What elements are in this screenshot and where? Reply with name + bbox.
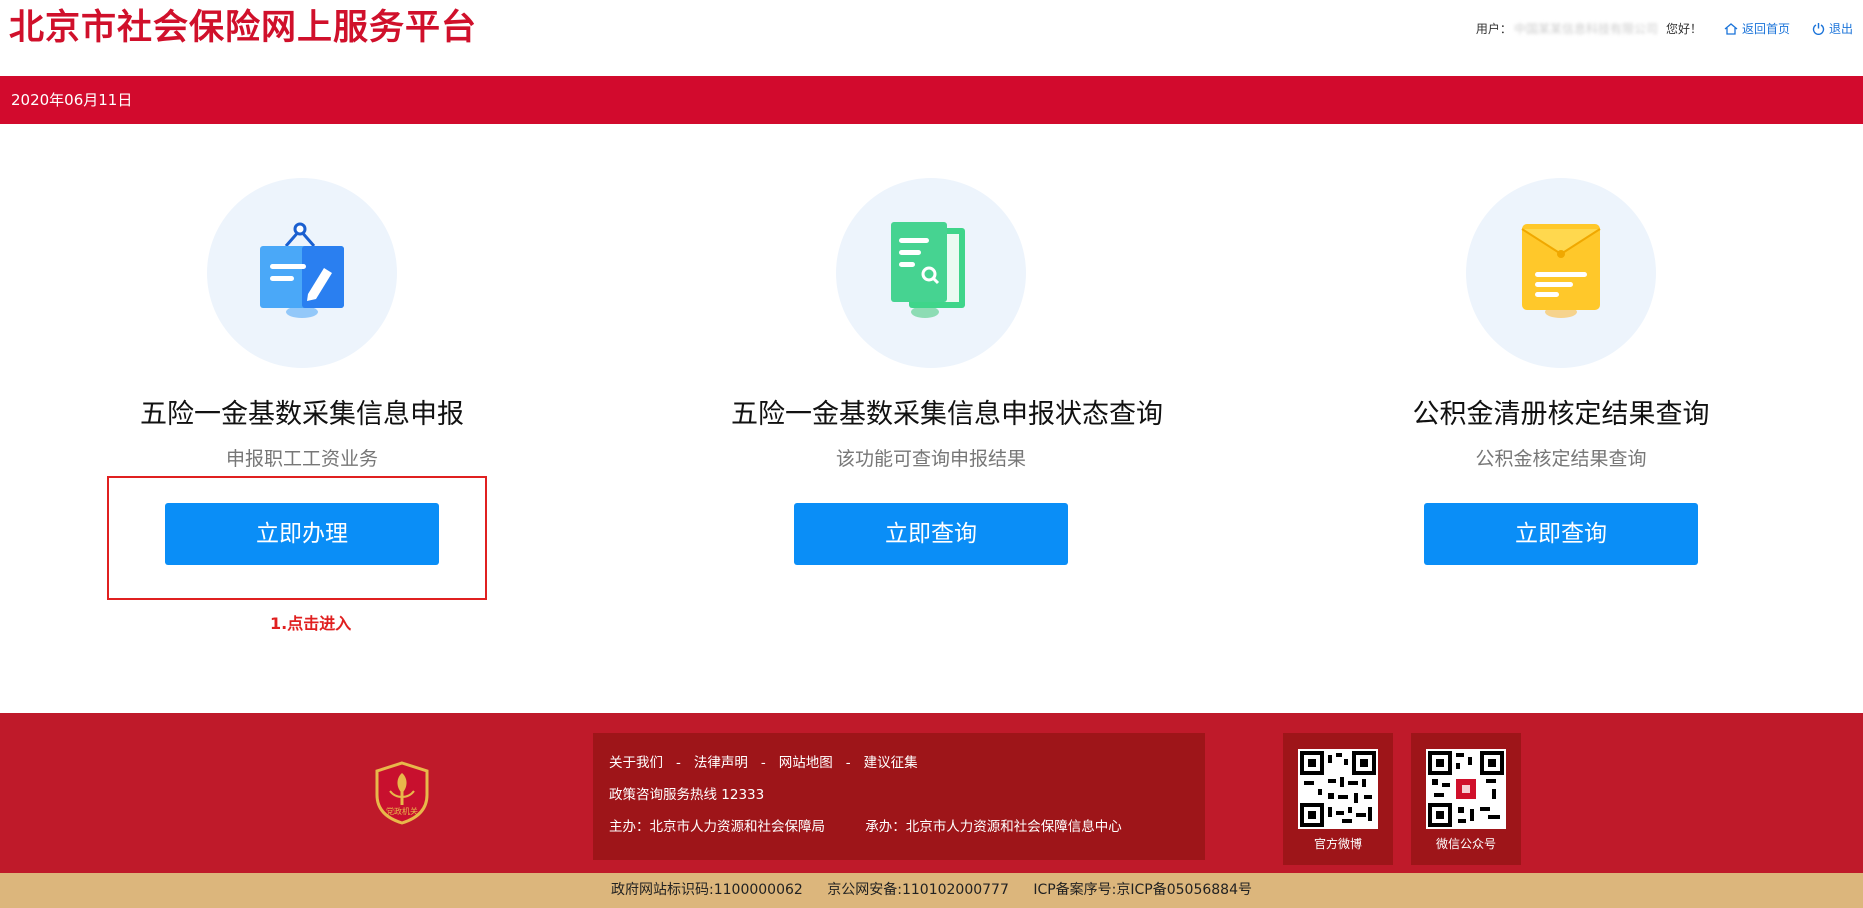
card-title: 五险一金基数采集信息申报 [140, 399, 464, 430]
registration-strip: 政府网站标识码:1100000062 京公网安备:110102000777 IC… [0, 873, 1863, 908]
party-gov-emblem-icon: 党政机关 [375, 761, 429, 825]
card-subtitle: 该功能可查询申报结果 [835, 448, 1026, 470]
envelope-doc-icon [1521, 224, 1601, 318]
card-title: 五险一金基数采集信息申报状态查询 [731, 399, 1163, 430]
power-icon [1812, 23, 1825, 35]
card-icon-circle [836, 178, 1026, 368]
gov-site-id: 政府网站标识码:1100000062 [611, 882, 803, 898]
qr-code-wechat [1426, 749, 1506, 829]
icp-record-id: ICP备案序号:京ICP备05056884号 [1033, 882, 1252, 898]
card-fund-result: 公积金清册核定结果查询 公积金核定结果查询 立即查询 [1361, 178, 1761, 565]
date-bar: 2020年06月11日 [0, 76, 1863, 124]
clipboard-edit-icon [260, 222, 344, 318]
police-record-id: 京公网安备:110102000777 [827, 882, 1009, 898]
greeting: 您好！ [1665, 22, 1702, 36]
sitemap-link[interactable]: 网站地图 [779, 755, 833, 771]
qr-code-weibo [1298, 749, 1378, 829]
card-subtitle: 公积金核定结果查询 [1475, 448, 1647, 470]
legal-link[interactable]: 法律声明 [694, 755, 748, 771]
card-subtitle: 申报职工工资业务 [225, 448, 378, 470]
footer: 党政机关 关于我们 - 法律声明 - 网站地图 - 建议征集 政策咨询服务热线 12333 … [0, 713, 1863, 873]
organizer: 承办：北京市人力资源和社会保障信息中心 [865, 819, 1122, 835]
user-name: 中国某某信息科技有限公司 [1513, 22, 1658, 36]
about-link[interactable]: 关于我们 [609, 755, 663, 771]
qr-wechat-label: 微信公众号 [1435, 837, 1496, 851]
card-icon-circle [1466, 178, 1656, 368]
qr-code-icon [1300, 751, 1376, 827]
svg-text:党政机关: 党政机关 [386, 806, 418, 816]
highlight-box [107, 476, 487, 600]
qr-weibo[interactable]: 官方微博 [1283, 733, 1393, 865]
home-link-label: 返回首页 [1741, 22, 1790, 36]
logout-link-label: 退出 [1828, 22, 1853, 36]
footer-links: 关于我们 - 法律声明 - 网站地图 - 建议征集 [609, 755, 918, 771]
sponsor: 主办：北京市人力资源和社会保障局 [609, 819, 825, 835]
query-fund-button[interactable]: 立即查询 [1424, 503, 1698, 565]
qr-weibo-label: 官方微博 [1313, 837, 1362, 851]
query-status-button[interactable]: 立即查询 [794, 503, 1068, 565]
document-search-icon [891, 222, 965, 318]
header: 北京市社会保险网上服务平台 用户： 中国某某信息科技有限公司 您好！ 返回首页 … [0, 0, 1863, 76]
site-title: 北京市社会保险网上服务平台 [9, 8, 478, 48]
footer-info-box: 关于我们 - 法律声明 - 网站地图 - 建议征集 政策咨询服务热线 12333 主办：北京… [593, 733, 1205, 860]
card-title: 公积金清册核定结果查询 [1412, 399, 1710, 430]
card-icon-circle [207, 178, 397, 368]
sponsor-line: 主办：北京市人力资源和社会保障局 承办：北京市人力资源和社会保障信息中心 [609, 817, 1189, 849]
hotline: 政策咨询服务热线 12333 [609, 787, 765, 803]
qr-wechat[interactable]: 微信公众号 [1411, 733, 1521, 865]
qr-code-icon [1428, 751, 1504, 827]
logout-link[interactable]: 退出 [1812, 20, 1853, 37]
current-date: 2020年06月11日 [11, 91, 133, 109]
home-icon [1724, 22, 1738, 35]
annotation-label: 1.点击进入 [270, 614, 352, 633]
home-link[interactable]: 返回首页 [1724, 20, 1790, 37]
card-declaration-status: 五险一金基数采集信息申报状态查询 该功能可查询申报结果 立即查询 [731, 178, 1163, 565]
user-area: 用户： 中国某某信息科技有限公司 您好！ 返回首页 退出 [1476, 20, 1853, 37]
user-label: 用户： [1475, 22, 1512, 36]
suggestion-link[interactable]: 建议征集 [864, 755, 918, 771]
